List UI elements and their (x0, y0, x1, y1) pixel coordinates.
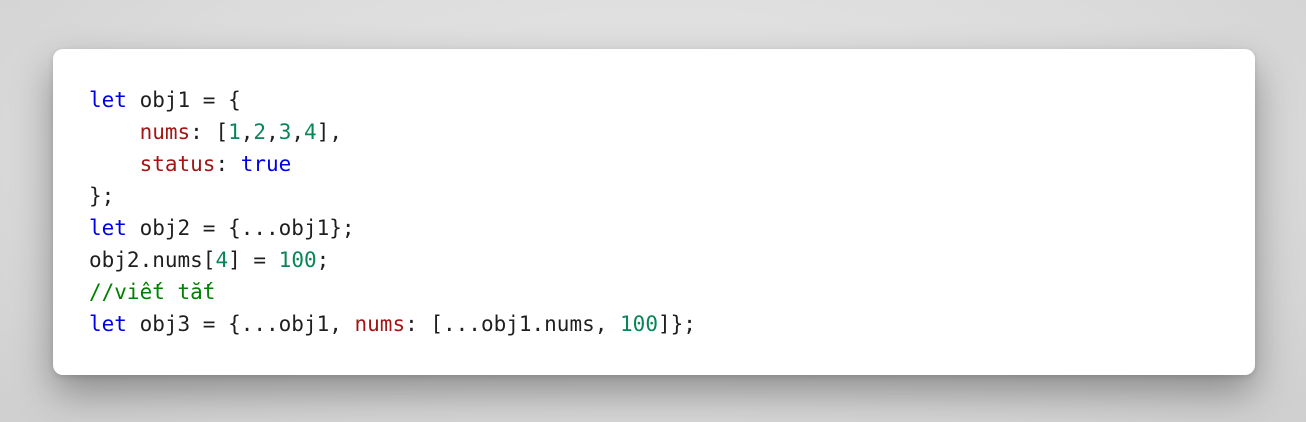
code-line: nums: [1,2,3,4], (89, 116, 696, 148)
code-line: let obj2 = {...obj1}; (89, 212, 696, 244)
code-token: 3 (278, 120, 292, 144)
code-line: //viết tắt (89, 276, 696, 308)
code-token: 1 (228, 120, 241, 144)
code-token: , (291, 120, 305, 144)
code-token: 2 (253, 120, 267, 144)
code-line: let obj3 = {...obj1, nums: [...obj1.nums… (89, 308, 696, 340)
code-token: obj1 = { (126, 88, 241, 112)
code-token: ], (316, 120, 342, 144)
code-token: let (89, 216, 127, 240)
code-token: 4 (215, 248, 229, 272)
code-token: let (89, 88, 127, 112)
code-token: , (266, 120, 279, 144)
code-token: 100 (620, 312, 658, 336)
code-token: nums (354, 312, 406, 336)
code-token: ]}; (657, 312, 696, 336)
code-token: , (240, 120, 254, 144)
code-line: obj2.nums[4] = 100; (89, 244, 696, 276)
code-token: }; (89, 184, 115, 208)
code-token: : [ (190, 120, 229, 144)
code-token: obj3 = {...obj1, (126, 312, 355, 336)
code-token: //viết tắt (89, 280, 216, 304)
code-token: ; (316, 248, 330, 272)
code-token: 4 (304, 120, 317, 144)
code-line: }; (89, 180, 696, 212)
code-token: : [...obj1.nums, (405, 312, 621, 336)
code-line: status: true (89, 148, 696, 180)
code-token: ] = (228, 248, 279, 272)
code-token: let (89, 312, 127, 336)
code-token: : (215, 152, 241, 176)
code-token: obj2 = {...obj1}; (126, 216, 355, 240)
code-block: let obj1 = { nums: [1,2,3,4], status: tr… (89, 84, 696, 340)
code-token: true (240, 152, 292, 176)
code-token: status (139, 152, 216, 176)
code-token: obj2.nums[ (89, 248, 216, 272)
code-line: let obj1 = { (89, 84, 696, 116)
code-token: 100 (278, 248, 317, 272)
code-token: nums (139, 120, 191, 144)
